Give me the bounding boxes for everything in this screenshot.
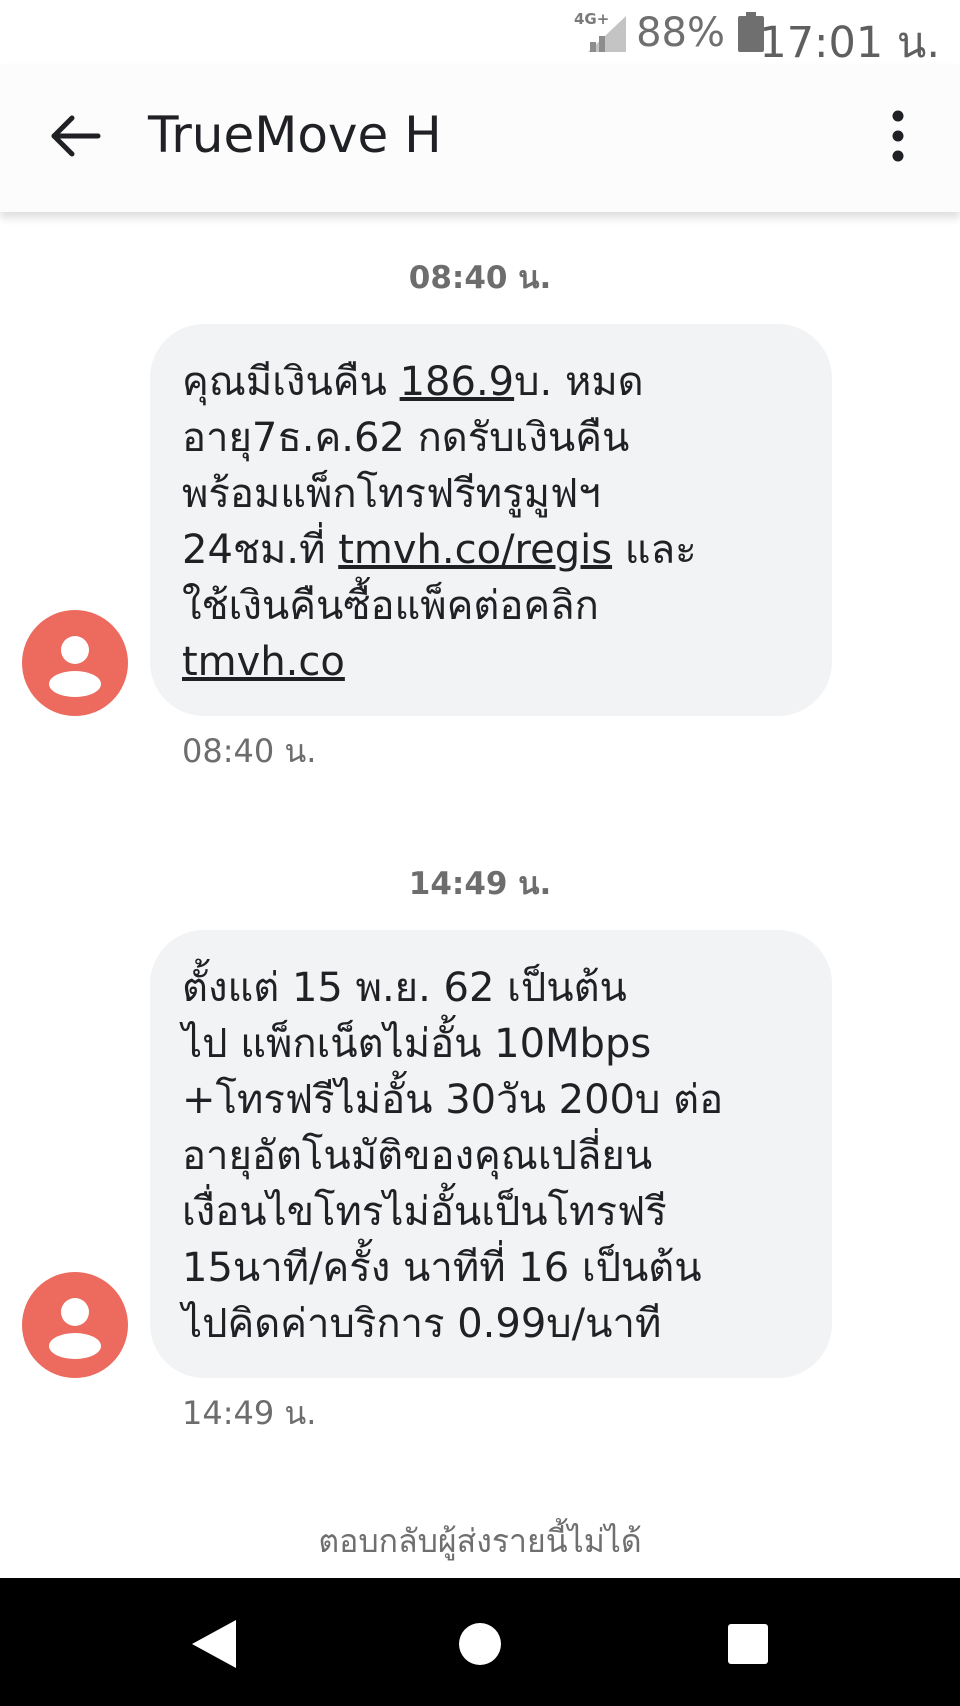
more-options-button[interactable] <box>876 104 920 168</box>
message-bubble[interactable]: ตั้งแต่ 15 พ.ย. 62 เป็นต้น ไป แพ็กเน็ตไม… <box>150 930 832 1378</box>
message-bubble[interactable]: คุณมีเงินคืน 186.9บ. หมด อายุ7ธ.ค.62 กดร… <box>150 324 832 716</box>
message-line: อายุ7ธ.ค.62 กดรับเงินคืน <box>182 415 630 461</box>
nav-back-icon <box>192 1620 236 1668</box>
message-line: พร้อมแพ็กโทรฟรีทรูมูฟฯ <box>182 471 601 517</box>
sender-avatar[interactable] <box>22 610 128 716</box>
message-timestamp: 14:49 น. <box>182 1394 317 1432</box>
person-icon <box>49 1298 101 1359</box>
message-line: +โทรฟรีไม่อั้น 30วัน 200บ ต่อ <box>182 1077 724 1123</box>
more-vert-icon <box>892 110 904 162</box>
day-stamp: 14:49 น. <box>408 866 552 902</box>
message-line: ใช้เงินคืนซื้อแพ็คต่อคลิก <box>182 583 599 629</box>
message-line: 24ชม.ที่ tmvh.co/regis และ <box>182 527 697 573</box>
day-stamp: 08:40 น. <box>408 260 552 296</box>
sender-avatar[interactable] <box>22 1272 128 1378</box>
message-timestamp: 08:40 น. <box>182 732 317 770</box>
status-bar: 4G+ 88% 17:01 น. <box>0 0 960 68</box>
cannot-reply-notice: ตอบกลับผู้ส่งรายนี้ไม่ได้ <box>318 1522 642 1560</box>
message-line: ไปคิดค่าบริการ 0.99บ/นาที <box>182 1301 662 1347</box>
message-line: ไป แพ็กเน็ตไม่อั้น 10Mbps <box>182 1021 652 1067</box>
message-line: tmvh.co <box>182 634 802 690</box>
nav-recents-button[interactable] <box>718 1614 778 1674</box>
message-line: 15นาที/ครั้ง นาทีที่ 16 เป็นต้น <box>182 1245 702 1291</box>
back-button[interactable] <box>40 100 112 172</box>
signal-icon: 4G+ <box>574 10 630 52</box>
message-line: อายุอัตโนมัติของคุณเปลี่ยน <box>182 1133 653 1179</box>
navigation-bar <box>0 1578 960 1706</box>
tmvh-link[interactable]: tmvh.co <box>182 639 345 685</box>
amount-link[interactable]: 186.9 <box>400 359 515 405</box>
regis-link[interactable]: tmvh.co/regis <box>338 527 612 573</box>
battery-percent: 88% <box>636 10 725 56</box>
nav-home-button[interactable] <box>450 1614 510 1674</box>
conversation-title: TrueMove H <box>148 106 442 164</box>
person-icon <box>49 636 101 697</box>
app-bar: TrueMove H <box>0 64 960 212</box>
nav-home-icon <box>459 1623 501 1665</box>
message-line: คุณมีเงินคืน 186.9บ. หมด <box>182 359 644 405</box>
back-arrow-icon <box>51 115 101 157</box>
nav-recents-icon <box>728 1624 768 1664</box>
message-line: เงื่อนไขโทรไม่อั้นเป็นโทรฟรี <box>182 1189 667 1235</box>
message-line: ตั้งแต่ 15 พ.ย. 62 เป็นต้น <box>182 965 627 1011</box>
nav-back-button[interactable] <box>184 1614 244 1674</box>
